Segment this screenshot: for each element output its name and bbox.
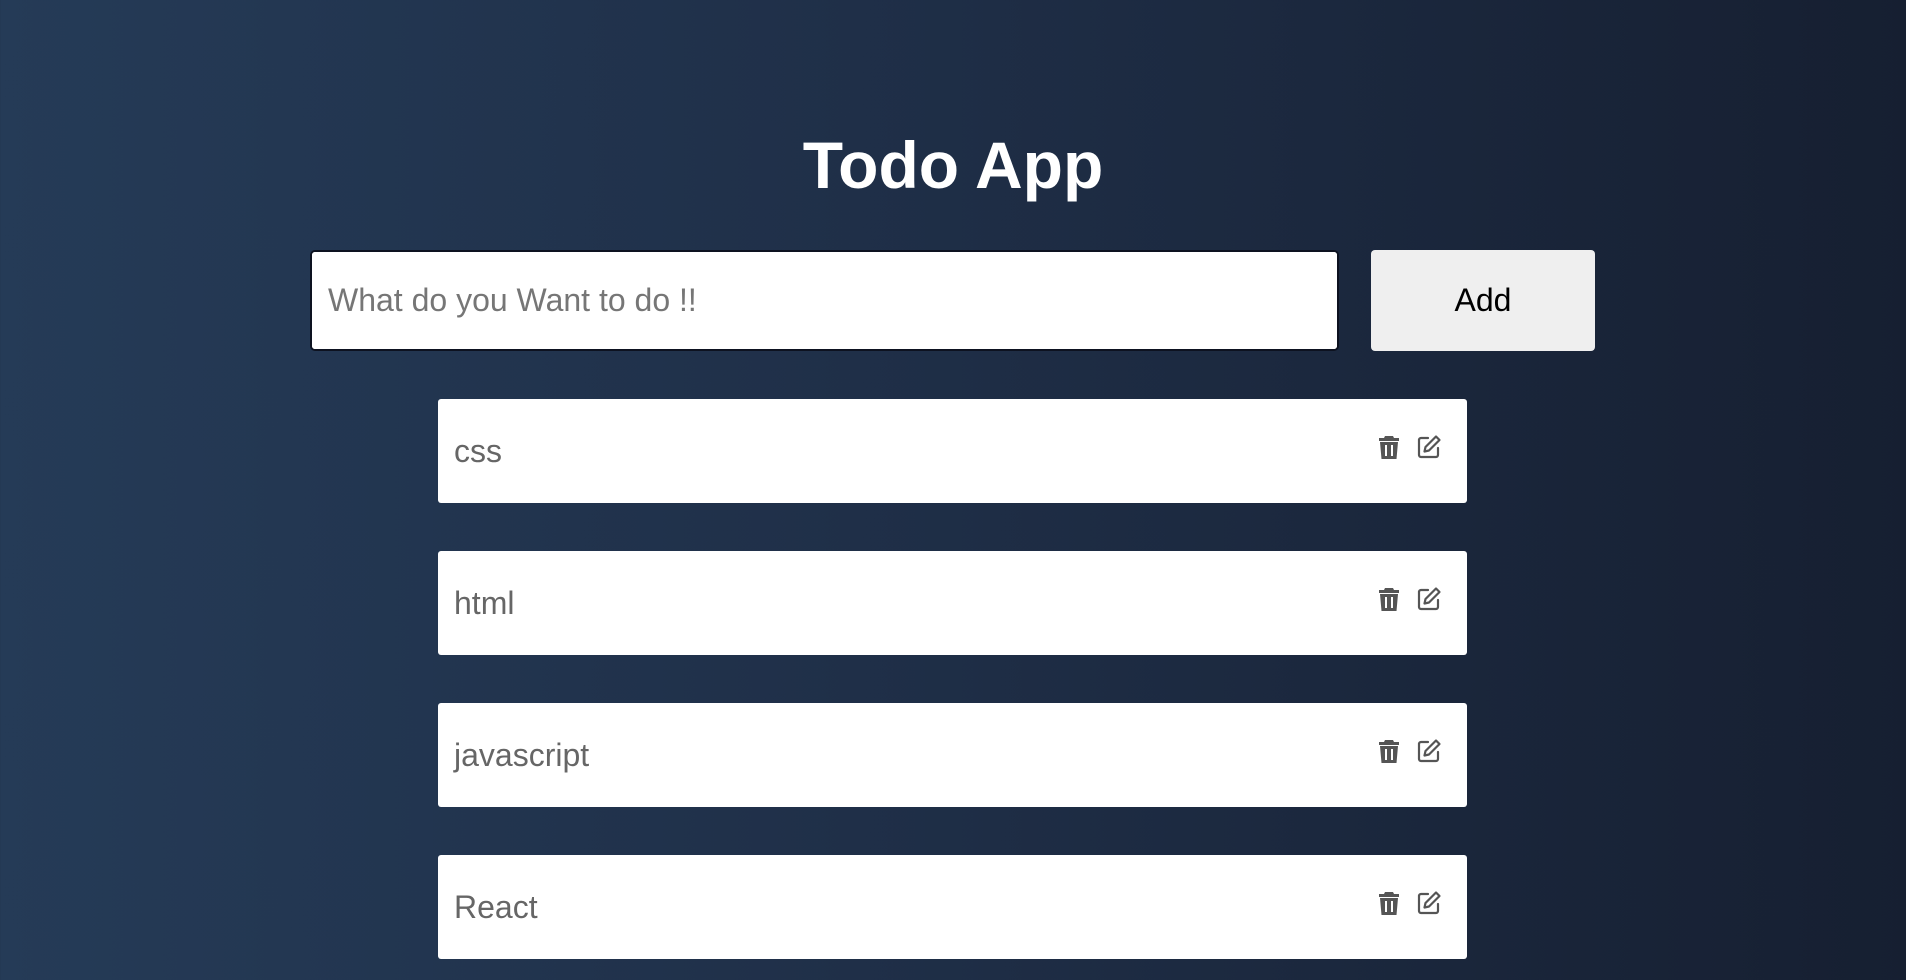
add-button[interactable]: Add (1371, 250, 1595, 351)
todo-text: css (454, 433, 502, 469)
todo-actions (1375, 395, 1443, 499)
todo-actions (1375, 547, 1443, 651)
todo-text: React (454, 889, 538, 925)
edit-icon[interactable] (1415, 737, 1443, 765)
app-viewport: Todo App Add css html (0, 0, 1906, 980)
todo-item: javascript (438, 703, 1467, 807)
todo-actions (1375, 851, 1443, 955)
edit-icon[interactable] (1415, 433, 1443, 461)
edit-icon[interactable] (1415, 585, 1443, 613)
todo-list: css html javascript React (438, 399, 1467, 980)
trash-icon[interactable] (1375, 889, 1403, 917)
todo-input[interactable] (310, 250, 1339, 351)
todo-item: html (438, 551, 1467, 655)
edit-icon[interactable] (1415, 889, 1443, 917)
trash-icon[interactable] (1375, 433, 1403, 461)
todo-item: React (438, 855, 1467, 959)
trash-icon[interactable] (1375, 737, 1403, 765)
vertical-scrollbar[interactable] (1906, 0, 1912, 980)
todo-text: javascript (454, 737, 590, 773)
todo-actions (1375, 699, 1443, 803)
trash-icon[interactable] (1375, 585, 1403, 613)
page-title: Todo App (802, 128, 1104, 202)
todo-item: css (438, 399, 1467, 503)
todo-text: html (454, 585, 515, 621)
